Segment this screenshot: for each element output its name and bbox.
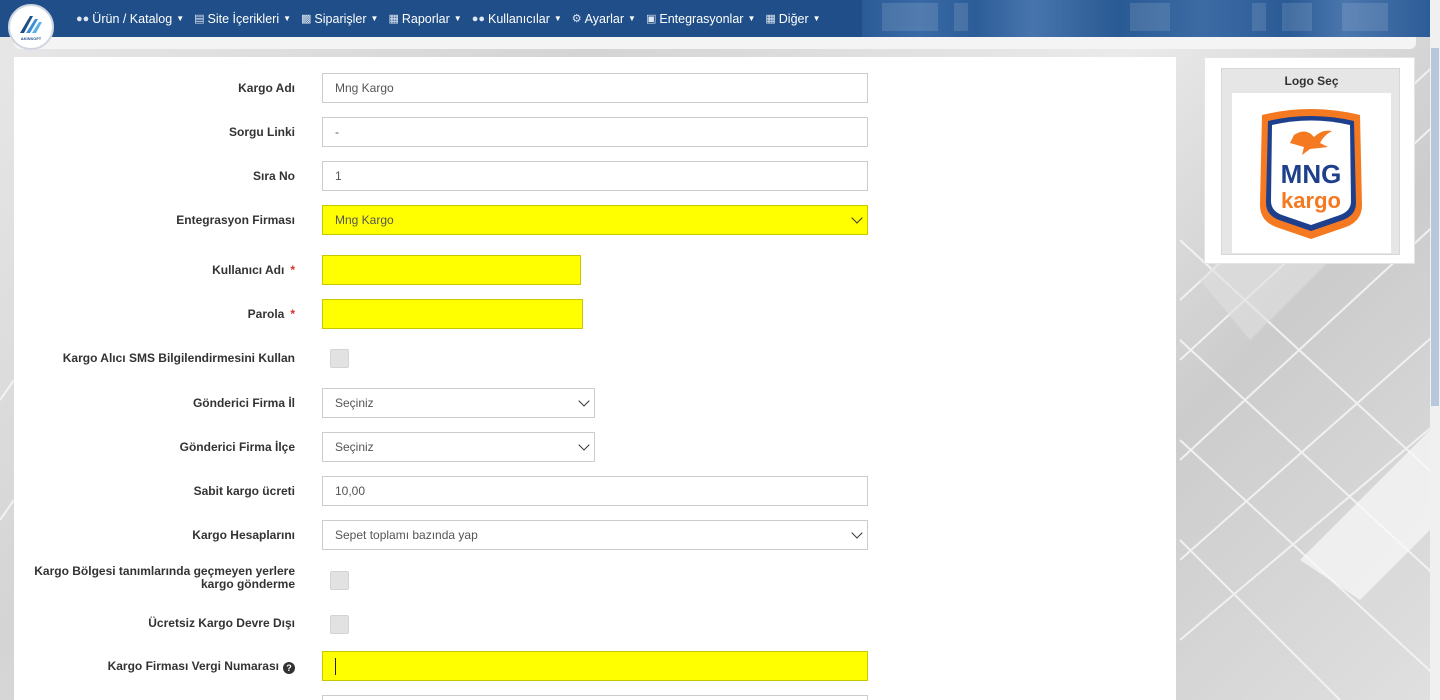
field-label: Sıra No xyxy=(252,169,295,183)
field-label: Gönderici Firma İlçe xyxy=(179,440,295,454)
field-label: Kargo Alıcı SMS Bilgilendirmesini Kullan xyxy=(62,351,295,365)
nav-item-entegrasyonlar[interactable]: ▣ Entegrasyonlar ▼ xyxy=(646,12,755,26)
nav-item-label: Ürün / Katalog xyxy=(92,11,173,26)
logo-text-mng: MNG xyxy=(1281,159,1342,189)
select-value: Mng Kargo xyxy=(335,213,394,227)
sabit-ucret-input[interactable]: 10,00 xyxy=(322,476,868,506)
select-value: Seçiniz xyxy=(335,396,374,410)
chevron-down-icon xyxy=(578,395,590,407)
field-label: Ücretsiz Kargo Devre Dışı xyxy=(148,616,295,630)
nav-item-ayarlar[interactable]: ⚙ Ayarlar ▼ xyxy=(572,12,636,26)
chevron-down-icon xyxy=(851,527,863,539)
kargo-hesaplari-select[interactable]: Sepet toplamı bazında yap xyxy=(322,520,868,550)
mng-logo-graphic: MNG kargo xyxy=(1260,109,1362,239)
nav-item-diger[interactable]: ▦ Diğer ▼ xyxy=(765,12,820,26)
top-navbar: ●● Ürün / Katalog ▼ ▤ Site İçerikleri ▼ … xyxy=(0,0,1430,37)
parola-input[interactable] xyxy=(322,299,583,329)
brand-mark-icon xyxy=(20,16,42,33)
nav-item-label: Siparişler xyxy=(314,11,367,26)
caret-down-icon: ▼ xyxy=(283,14,292,23)
caret-down-icon: ▼ xyxy=(370,14,379,23)
kargo-form-panel: Kargo Adı Mng Kargo Sorgu Linki - Sıra N… xyxy=(14,57,1176,700)
field-label: Kargo Hesaplarını xyxy=(192,528,295,542)
vergi-no-input[interactable] xyxy=(322,651,868,681)
gonderici-il-select[interactable]: Seçiniz xyxy=(322,388,595,418)
input-value: - xyxy=(335,125,339,139)
field-label: Sorgu Linki xyxy=(229,125,295,139)
nav-item-siparisler[interactable]: ▩ Siparişler ▼ xyxy=(301,12,378,26)
field-label: Entegrasyon Firması xyxy=(176,213,295,227)
select-value: Sepet toplamı bazında yap xyxy=(335,528,478,542)
input-value: 1 xyxy=(335,169,342,183)
nav-item-kullanicilar[interactable]: ●● Kullanıcılar ▼ xyxy=(472,12,562,26)
caret-down-icon: ▼ xyxy=(628,14,636,23)
chevron-down-icon xyxy=(851,212,863,224)
input-value: Mng Kargo xyxy=(335,81,394,95)
nav-item-raporlar[interactable]: ▦ Raporlar ▼ xyxy=(388,12,461,26)
text-cursor xyxy=(335,658,336,675)
caret-down-icon: ▼ xyxy=(747,14,756,23)
question-circle-icon[interactable]: ? xyxy=(283,662,295,674)
field-label: Parola * xyxy=(247,307,295,321)
nav-item-label: Ayarlar xyxy=(584,11,625,26)
bolge-checkbox[interactable] xyxy=(330,571,349,590)
chevron-down-icon xyxy=(578,439,590,451)
nav-item-site-icerikleri[interactable]: ▤ Site İçerikleri ▼ xyxy=(194,12,291,26)
sms-checkbox[interactable] xyxy=(330,349,349,368)
nav-item-label: Kullanıcılar xyxy=(488,11,550,26)
kargo-adi-input[interactable]: Mng Kargo xyxy=(322,73,868,103)
sub-header-bar xyxy=(14,37,1416,49)
sira-no-input[interactable]: 1 xyxy=(322,161,868,191)
logo-select-card: Logo Seç MNG kargo xyxy=(1204,57,1415,264)
field-label: Kargo Adı xyxy=(238,81,295,95)
caret-down-icon: ▼ xyxy=(812,14,821,23)
caret-down-icon: ▼ xyxy=(176,14,185,23)
gonderici-ilce-select[interactable]: Seçiniz xyxy=(322,432,595,462)
gears-icon: ⚙ xyxy=(571,13,582,25)
scrollbar-thumb[interactable] xyxy=(1431,48,1439,406)
field-label: Kargo Bölgesi tanımlarında geçmeyen yerl… xyxy=(34,564,295,591)
files-icon: ▤ xyxy=(194,13,205,25)
logo-select-box[interactable]: Logo Seç MNG kargo xyxy=(1221,68,1400,255)
nav-item-label: Raporlar xyxy=(401,11,450,26)
grid-icon: ▦ xyxy=(765,13,776,25)
caret-down-icon: ▼ xyxy=(553,14,562,23)
mng-kargo-logo: MNG kargo xyxy=(1232,93,1391,253)
field-label: Gönderici Firma İl xyxy=(192,396,295,410)
nav-item-label: Site İçerikleri xyxy=(207,11,280,26)
redacted-area xyxy=(862,0,1430,37)
page-scrollbar[interactable] xyxy=(1430,0,1440,700)
brand-name: AKINSOFT xyxy=(20,36,42,41)
nav-menu: ●● Ürün / Katalog ▼ ▤ Site İçerikleri ▼ … xyxy=(76,0,831,37)
field-label: Kullanıcı Adı * xyxy=(212,263,295,277)
required-marker: * xyxy=(290,307,295,321)
sorgu-linki-input[interactable]: - xyxy=(322,117,868,147)
nav-item-label: Diğer xyxy=(778,11,809,26)
next-field-partial[interactable] xyxy=(322,695,868,700)
input-value: 10,00 xyxy=(335,484,366,498)
select-value: Seçiniz xyxy=(335,440,374,454)
users-icon: ●● xyxy=(76,12,90,25)
required-marker: * xyxy=(290,263,295,277)
brand-logo[interactable]: AKINSOFT xyxy=(8,4,54,50)
sitemap-icon: ▣ xyxy=(645,13,657,25)
logo-text-kargo: kargo xyxy=(1281,188,1341,213)
nav-item-urun-katalog[interactable]: ●● Ürün / Katalog ▼ xyxy=(76,12,184,26)
users-icon: ●● xyxy=(471,12,486,25)
cart-icon: ▩ xyxy=(301,13,312,25)
ucretsiz-checkbox[interactable] xyxy=(330,615,349,634)
caret-down-icon: ▼ xyxy=(453,14,462,23)
entegrasyon-firmasi-select[interactable]: Mng Kargo xyxy=(322,205,868,235)
report-icon: ▦ xyxy=(388,13,399,25)
kullanici-adi-input[interactable] xyxy=(322,255,581,285)
field-label: Kargo Firması Vergi Numarası? xyxy=(108,660,295,674)
logo-select-title: Logo Seç xyxy=(1284,74,1339,88)
field-label: Sabit kargo ücreti xyxy=(193,484,295,498)
nav-item-label: Entegrasyonlar xyxy=(659,11,744,26)
